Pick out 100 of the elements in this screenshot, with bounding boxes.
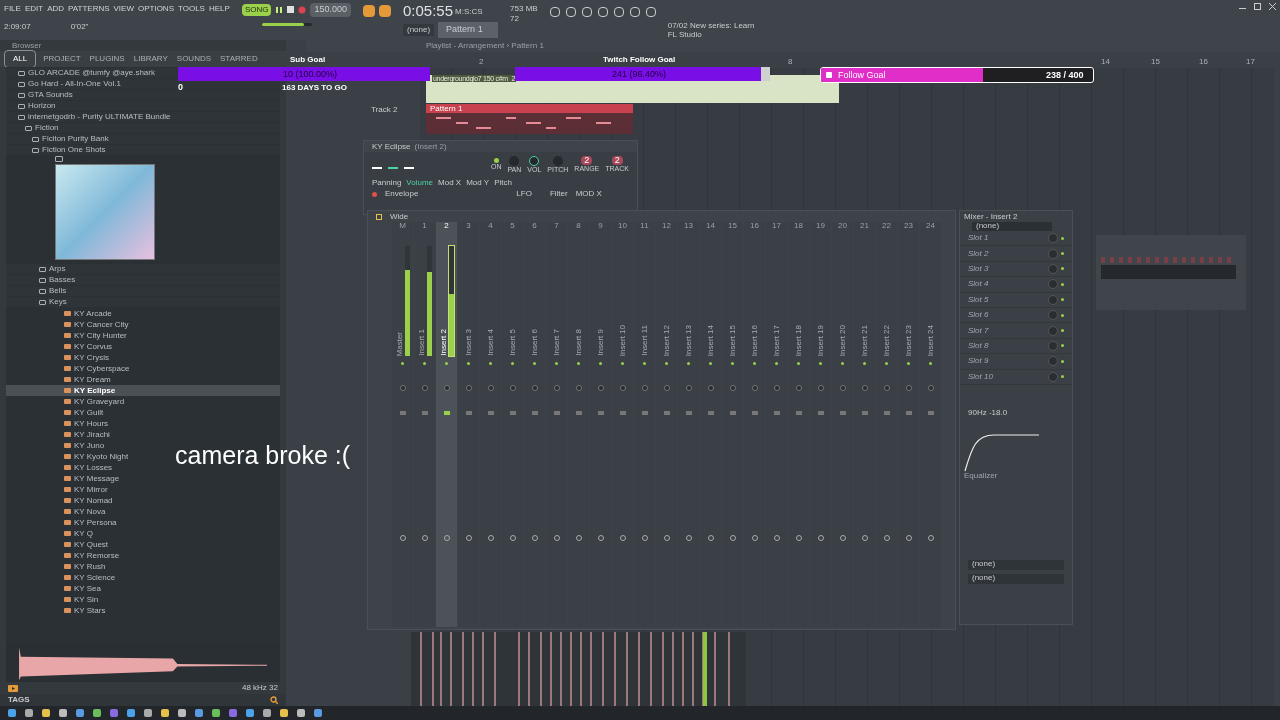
browser-item[interactable]: Fiction xyxy=(25,124,59,132)
effect-slot[interactable]: Slot 5 xyxy=(968,295,1048,304)
pan-knob[interactable] xyxy=(795,385,802,391)
browser-item[interactable]: Go Hard - All-In-One Vol.1 xyxy=(18,80,121,88)
browser-item[interactable]: KY Eclipse xyxy=(64,386,116,395)
pan-knob[interactable] xyxy=(905,385,912,391)
app-icon[interactable] xyxy=(161,709,169,717)
fader-handle[interactable] xyxy=(421,411,428,415)
pan-knob[interactable] xyxy=(487,385,494,391)
app-icon[interactable] xyxy=(144,709,152,717)
volume-slider[interactable] xyxy=(261,22,312,26)
app-icon[interactable] xyxy=(93,709,101,717)
browser-item[interactable]: Keys xyxy=(39,298,67,306)
browser-tab[interactable]: SOUNDS xyxy=(174,53,214,65)
knob[interactable] xyxy=(529,155,540,166)
tempo-display[interactable]: 150.000 xyxy=(310,3,351,17)
song-mode-toggle[interactable]: SONG xyxy=(241,3,272,16)
envelope-tab[interactable]: Mod Y xyxy=(466,179,490,187)
menu-item[interactable]: FILE xyxy=(4,3,21,15)
mix-knob[interactable] xyxy=(1048,371,1058,382)
pattern-clip[interactable]: Pattern 1 xyxy=(426,104,633,134)
browser-item[interactable]: KY Sea xyxy=(64,584,101,593)
effect-slot[interactable]: Slot 6 xyxy=(968,311,1048,320)
mix-knob[interactable] xyxy=(1048,310,1058,321)
browser-tab[interactable]: PLUGINS xyxy=(87,53,127,65)
fader-handle[interactable] xyxy=(575,411,582,415)
pause-icon[interactable] xyxy=(275,5,284,14)
fader-handle[interactable] xyxy=(641,411,648,415)
fader-handle[interactable] xyxy=(927,411,934,415)
browser-item[interactable]: KY Dream xyxy=(64,375,111,384)
browser-item[interactable]: KY Quest xyxy=(64,540,109,549)
browser-item[interactable]: KY Crysis xyxy=(64,353,109,362)
pan-knob[interactable] xyxy=(927,385,934,391)
fader-handle[interactable] xyxy=(751,411,758,415)
envelope-tab[interactable]: Mod X xyxy=(438,179,462,187)
fader-handle[interactable] xyxy=(597,411,604,415)
browser-item[interactable]: KY City Hunter xyxy=(64,331,127,340)
stop-icon[interactable] xyxy=(287,6,295,14)
menu-item[interactable]: HELP xyxy=(208,3,230,15)
browser-item[interactable]: KY Juno xyxy=(64,441,105,450)
effect-slot[interactable]: Slot 9 xyxy=(968,357,1048,366)
fader-handle[interactable] xyxy=(795,411,802,415)
fader-handle[interactable] xyxy=(905,411,912,415)
pattern-selector[interactable]: Pattern 1 xyxy=(438,22,499,38)
mix-knob[interactable] xyxy=(1048,294,1058,305)
menu-item[interactable]: EDIT xyxy=(24,3,44,15)
effect-slot[interactable]: Slot 1 xyxy=(968,234,1048,243)
browser-item[interactable]: KY Graveyard xyxy=(64,397,125,406)
effect-slot[interactable]: Slot 8 xyxy=(968,341,1048,350)
browser-item[interactable]: GTA Sounds xyxy=(18,91,73,99)
pan-knob[interactable] xyxy=(597,385,604,391)
mix-knob[interactable] xyxy=(1048,233,1058,244)
pan-knob[interactable] xyxy=(443,385,450,391)
app-icon[interactable] xyxy=(246,709,254,717)
browser-item[interactable]: KY Kyoto Night xyxy=(64,452,129,461)
mix-knob[interactable] xyxy=(1048,356,1058,367)
browser-item[interactable]: KY Mirror xyxy=(64,485,108,494)
envelope-tab[interactable]: Panning xyxy=(372,179,402,187)
browser-item[interactable]: KY Persona xyxy=(64,518,117,527)
browser-item[interactable]: KY Losses xyxy=(64,463,113,472)
fader-handle[interactable] xyxy=(707,411,714,415)
browser-item[interactable]: Basses xyxy=(39,276,76,284)
browser-item[interactable]: KY Sin xyxy=(64,595,99,604)
pan-knob[interactable] xyxy=(553,385,560,391)
envelope-tab[interactable]: Pitch xyxy=(494,179,512,187)
fader-handle[interactable] xyxy=(663,411,670,415)
range-value[interactable]: 2 xyxy=(581,156,593,165)
fader-handle[interactable] xyxy=(729,411,736,415)
menu-item[interactable]: OPTIONS xyxy=(137,3,174,15)
browser-item[interactable]: KY Cancer City xyxy=(64,320,129,329)
browser-item[interactable]: KY Nova xyxy=(64,507,106,516)
browser-item[interactable]: KY Hours xyxy=(64,419,109,428)
fader-handle[interactable] xyxy=(443,411,450,415)
effect-slot[interactable]: Slot 7 xyxy=(968,326,1048,335)
mix-knob[interactable] xyxy=(1048,248,1058,259)
news-text[interactable]: 07/02 New series: Learn xyxy=(667,21,755,30)
browser-item[interactable]: KY Corvus xyxy=(64,342,113,351)
browser-item[interactable]: KY Message xyxy=(64,474,120,483)
fader-handle[interactable] xyxy=(487,411,494,415)
browser-item[interactable]: KY Q xyxy=(64,529,93,538)
browser-tab[interactable]: STARRED xyxy=(218,53,260,65)
browser-item[interactable]: KY Nomad xyxy=(64,496,113,505)
mix-knob[interactable] xyxy=(1048,340,1058,351)
app-icon[interactable] xyxy=(195,709,203,717)
browser-item[interactable]: KY Jirachi xyxy=(64,430,110,439)
app-icon[interactable] xyxy=(76,709,84,717)
pan-knob[interactable] xyxy=(707,385,714,391)
menu-item[interactable]: VIEW xyxy=(113,3,134,15)
mix-knob[interactable] xyxy=(1048,325,1058,336)
fader-handle[interactable] xyxy=(531,411,538,415)
pan-knob[interactable] xyxy=(663,385,670,391)
pan-knob[interactable] xyxy=(883,385,890,391)
pan-knob[interactable] xyxy=(839,385,846,391)
fader-handle[interactable] xyxy=(839,411,846,415)
pan-knob[interactable] xyxy=(751,385,758,391)
pan-knob[interactable] xyxy=(641,385,648,391)
track-value[interactable]: 2 xyxy=(611,156,623,165)
close-icon[interactable] xyxy=(1269,3,1276,10)
fader-handle[interactable] xyxy=(399,411,406,415)
pan-knob[interactable] xyxy=(685,385,692,391)
